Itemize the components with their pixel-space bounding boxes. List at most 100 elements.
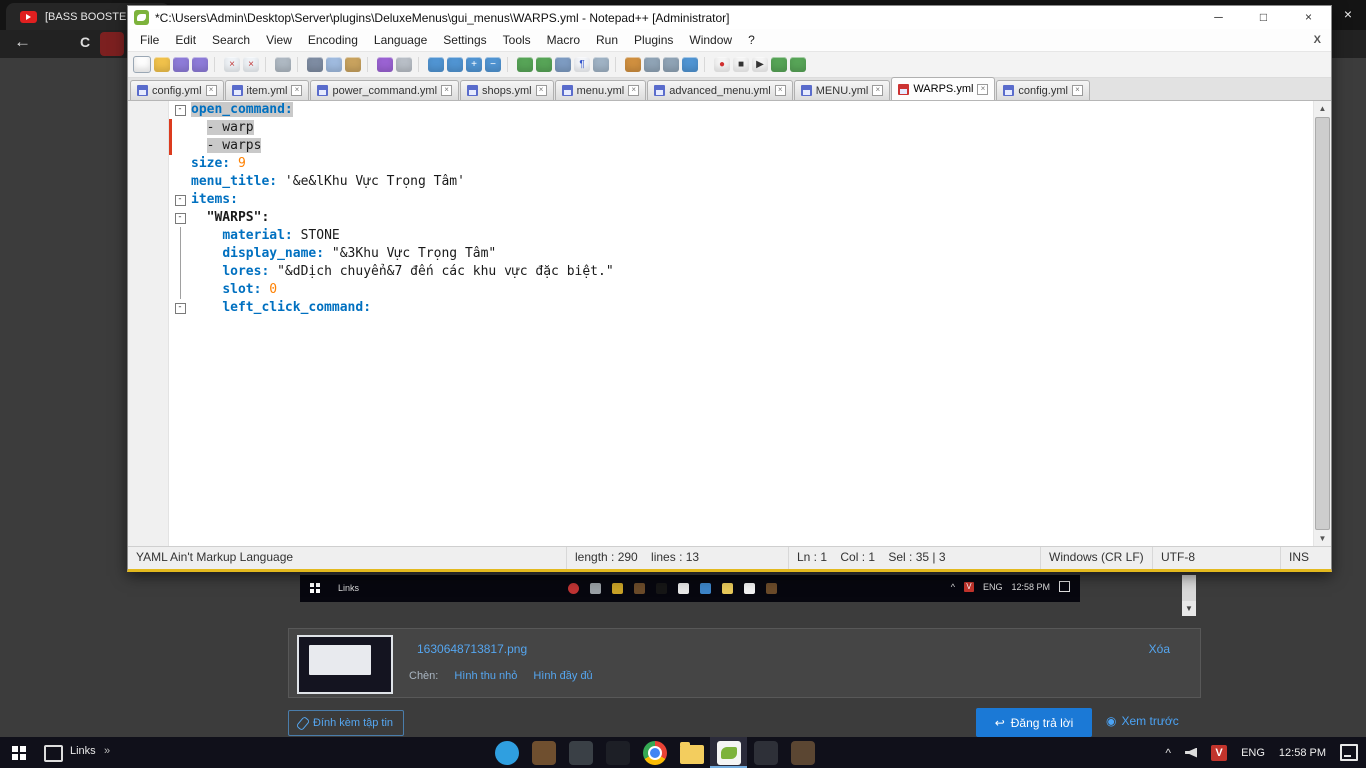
menu-item-view[interactable]: View: [258, 29, 300, 51]
calculator-icon[interactable]: [747, 737, 784, 768]
menu-item-plugins[interactable]: Plugins: [626, 29, 681, 51]
tab-menu-yml-4[interactable]: menu.yml×: [555, 80, 647, 100]
menu-close-x[interactable]: X: [1314, 34, 1321, 46]
show-all-characters-icon[interactable]: ¶: [574, 57, 590, 72]
menu-item-encoding[interactable]: Encoding: [300, 29, 366, 51]
tab-shops-yml-3[interactable]: shops.yml×: [460, 80, 554, 100]
menu-item-language[interactable]: Language: [366, 29, 435, 51]
post-reply-button[interactable]: ↩ Đăng trả lời: [976, 708, 1092, 737]
action-center-icon[interactable]: [1340, 744, 1358, 761]
taskbar-clock[interactable]: 12:58 PM: [1279, 747, 1326, 759]
menu-item-search[interactable]: Search: [204, 29, 258, 51]
scroll-down-icon[interactable]: ▼: [1319, 531, 1327, 546]
taskbar-links-label[interactable]: Links: [70, 745, 96, 757]
menu-item-run[interactable]: Run: [588, 29, 626, 51]
volume-icon[interactable]: [1185, 748, 1197, 758]
tab-menu-yml-6[interactable]: MENU.yml×: [794, 80, 891, 100]
fold-margin[interactable]: [172, 137, 188, 155]
undo-icon[interactable]: [377, 57, 393, 72]
tab-close-icon[interactable]: ×: [206, 85, 217, 96]
title-bar[interactable]: *C:\Users\Admin\Desktop\Server\plugins\D…: [128, 6, 1331, 29]
tab-close-icon[interactable]: ×: [977, 84, 988, 95]
editor[interactable]: 1-open_command:2 - warp3 - warps4size: 9…: [128, 101, 1331, 546]
menu-item-settings[interactable]: Settings: [435, 29, 494, 51]
tab-close-icon[interactable]: ×: [628, 85, 639, 96]
zoom-out-icon[interactable]: −: [485, 57, 501, 72]
start-button[interactable]: [12, 746, 18, 752]
fold-margin[interactable]: [172, 155, 188, 173]
attachment-delete-link[interactable]: Xóa: [1149, 642, 1170, 656]
fold-collapse-icon[interactable]: -: [175, 213, 186, 224]
insert-thumbnail-link[interactable]: Hình thu nhỏ: [454, 670, 517, 682]
ime-vietkey-icon[interactable]: V: [1211, 745, 1227, 761]
page-scrollbar-thumb[interactable]: [1182, 575, 1196, 601]
fold-margin[interactable]: [172, 245, 188, 263]
page-scroll-down-button[interactable]: ▼: [1182, 601, 1196, 616]
extension-icon[interactable]: [100, 32, 124, 56]
attach-file-button[interactable]: Đính kèm tập tin: [288, 710, 404, 736]
menu-item-macro[interactable]: Macro: [539, 29, 588, 51]
menu-item-help[interactable]: ?: [740, 29, 763, 51]
find-icon[interactable]: [428, 57, 444, 72]
menu-item-window[interactable]: Window: [681, 29, 740, 51]
save-macro-icon[interactable]: [771, 57, 787, 72]
close-button[interactable]: ×: [1286, 6, 1331, 29]
sync-horizontal-icon[interactable]: [536, 57, 552, 72]
fold-margin[interactable]: [172, 263, 188, 281]
stop-macro-icon[interactable]: ■: [733, 57, 749, 72]
cut-icon[interactable]: [307, 57, 323, 72]
tab-close-icon[interactable]: ×: [1072, 85, 1083, 96]
tab-close-icon[interactable]: ×: [872, 85, 883, 96]
preview-post-link[interactable]: ◉ Xem trước: [1106, 714, 1179, 728]
record-macro-icon[interactable]: ●: [714, 57, 730, 72]
indent-guide-icon[interactable]: [593, 57, 609, 72]
play-macro-icon[interactable]: ▶: [752, 57, 768, 72]
fold-margin[interactable]: [172, 317, 188, 335]
fold-margin[interactable]: -: [172, 101, 188, 119]
fold-margin[interactable]: -: [172, 191, 188, 209]
tab-warps-yml-7[interactable]: WARPS.yml×: [891, 77, 995, 100]
tab-config-yml-8[interactable]: config.yml×: [996, 80, 1090, 100]
back-button[interactable]: ←: [14, 32, 31, 52]
fold-collapse-icon[interactable]: -: [175, 303, 186, 314]
close-file-icon[interactable]: ×: [224, 57, 240, 72]
fold-margin[interactable]: -: [172, 299, 188, 317]
line-number-gutter[interactable]: [128, 101, 169, 546]
editor-scrollbar[interactable]: ▲ ▼: [1313, 101, 1331, 546]
taskbar-app-dark-icon[interactable]: [562, 737, 599, 768]
insert-fullsize-link[interactable]: Hình đầy đủ: [533, 670, 592, 682]
tab-close-icon[interactable]: ×: [291, 85, 302, 96]
fold-margin[interactable]: [172, 227, 188, 245]
replace-icon[interactable]: [447, 57, 463, 72]
fold-margin[interactable]: -: [172, 209, 188, 227]
zoom-in-icon[interactable]: +: [466, 57, 482, 72]
paste-icon[interactable]: [345, 57, 361, 72]
copy-icon[interactable]: [326, 57, 342, 72]
maximize-button[interactable]: □: [1241, 6, 1286, 29]
menu-item-file[interactable]: File: [132, 29, 167, 51]
task-view-icon[interactable]: [44, 745, 63, 762]
tab-close-icon[interactable]: ×: [441, 85, 452, 96]
run-macro-icon[interactable]: [790, 57, 806, 72]
document-map-icon[interactable]: [644, 57, 660, 72]
fold-collapse-icon[interactable]: -: [175, 105, 186, 116]
editor-scrollbar-thumb[interactable]: [1315, 117, 1330, 530]
attachment-thumbnail[interactable]: [297, 635, 393, 694]
taskbar-app-media-icon[interactable]: [599, 737, 636, 768]
scroll-up-icon[interactable]: ▲: [1319, 101, 1327, 116]
tab-config-yml-0[interactable]: config.yml×: [130, 80, 224, 100]
redo-icon[interactable]: [396, 57, 412, 72]
language-indicator[interactable]: ENG: [1241, 747, 1265, 759]
save-all-icon[interactable]: [192, 57, 208, 72]
tab-close-icon[interactable]: ×: [536, 85, 547, 96]
fold-margin[interactable]: [172, 173, 188, 191]
print-icon[interactable]: [275, 57, 291, 72]
tab-advanced-menu-yml-5[interactable]: advanced_menu.yml×: [647, 80, 793, 100]
sync-vertical-icon[interactable]: [517, 57, 533, 72]
menu-item-edit[interactable]: Edit: [167, 29, 204, 51]
save-icon[interactable]: [173, 57, 189, 72]
tray-expand-icon[interactable]: ^: [1165, 746, 1171, 760]
minimize-button[interactable]: ─: [1196, 6, 1241, 29]
fold-collapse-icon[interactable]: -: [175, 195, 186, 206]
function-list-icon[interactable]: [625, 57, 641, 72]
